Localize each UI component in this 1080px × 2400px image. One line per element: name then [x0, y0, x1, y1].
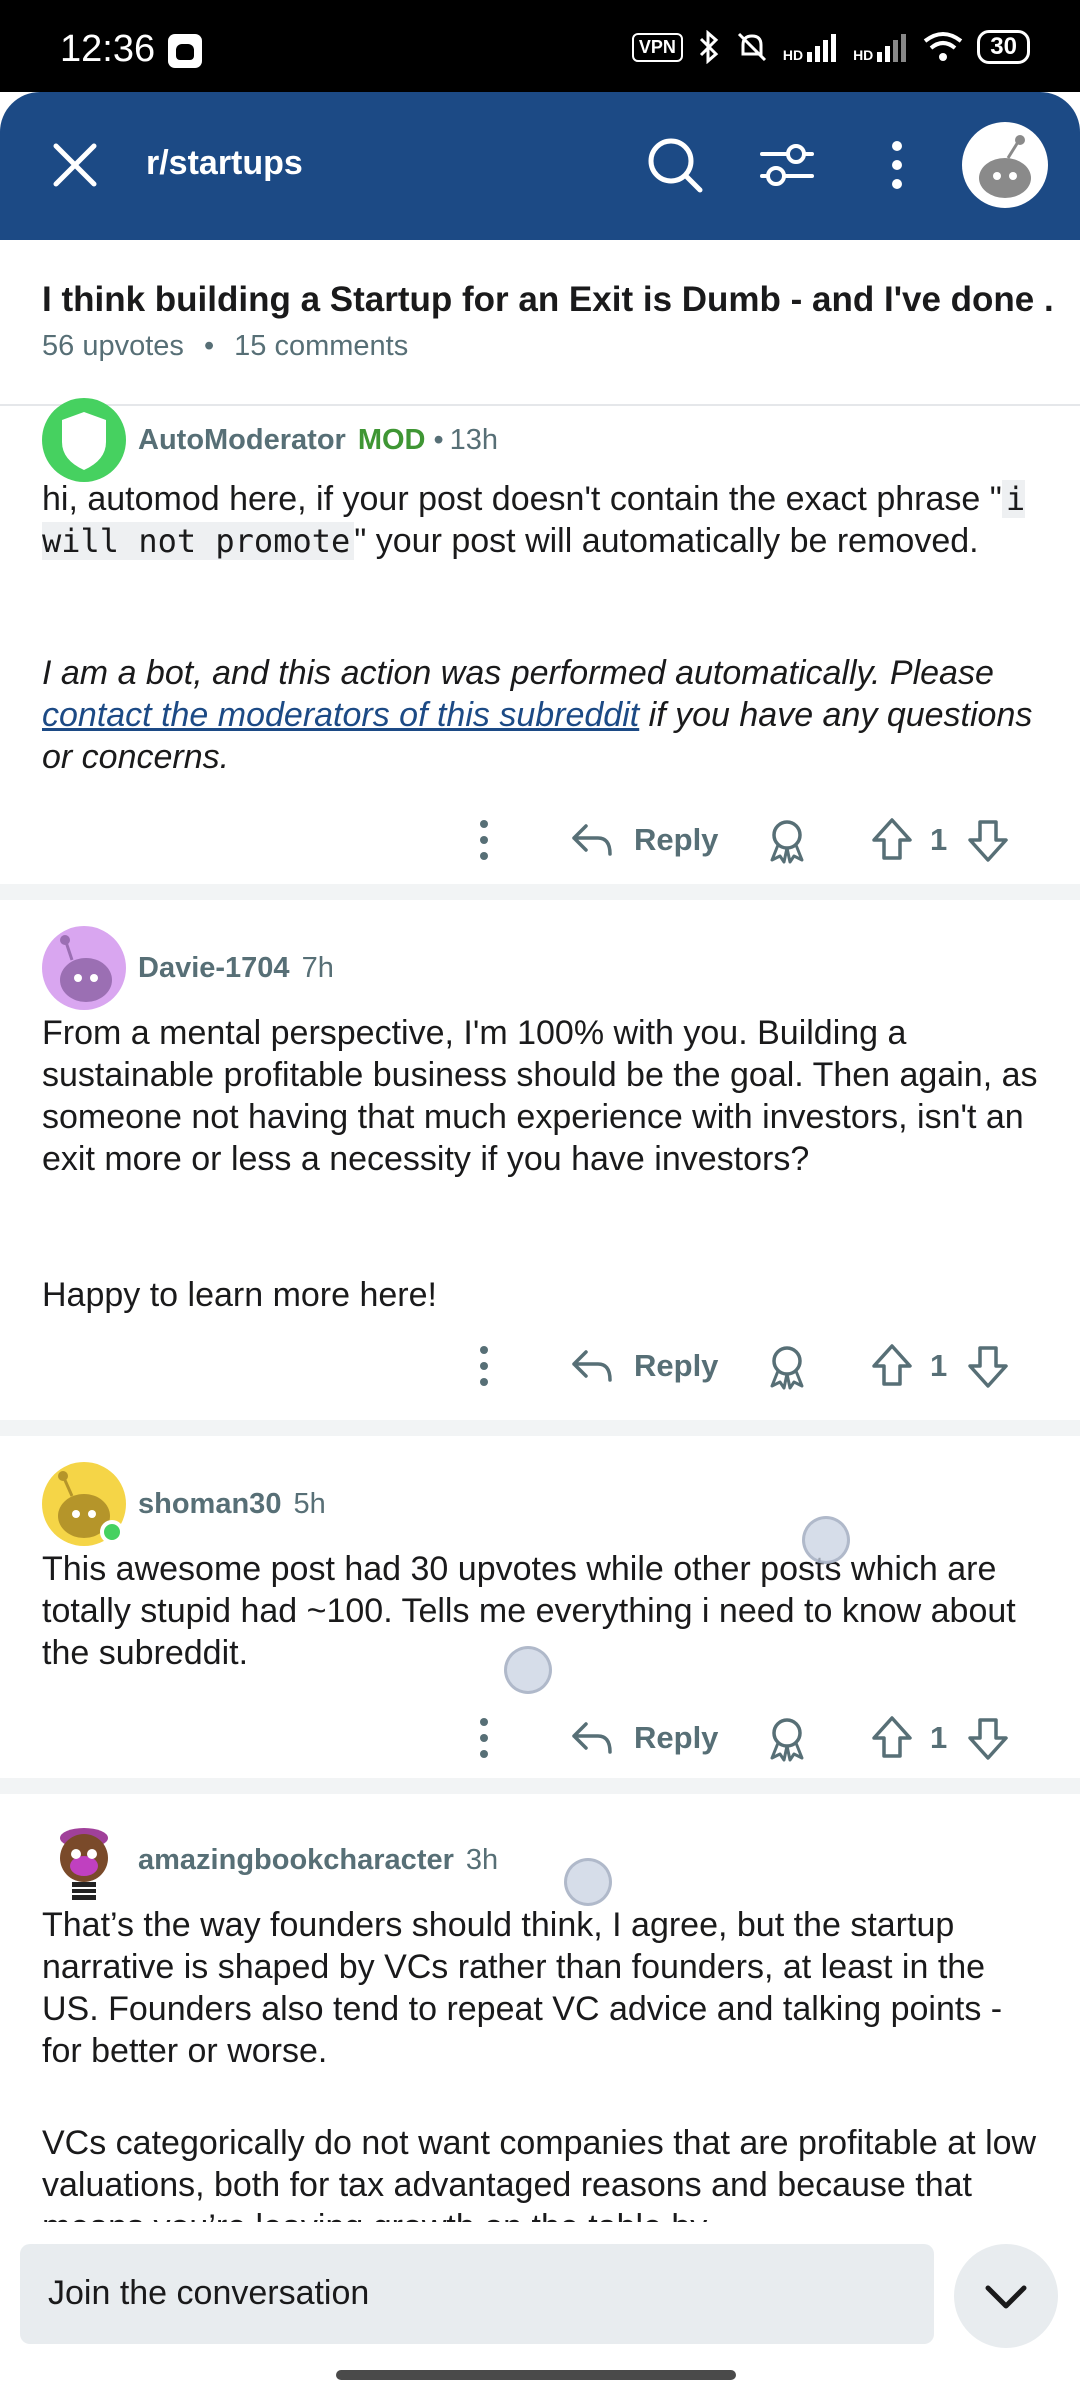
mute-bell-icon	[737, 32, 766, 62]
signal-bars-icon	[807, 34, 837, 62]
touch-indicator	[564, 1858, 612, 1906]
award-icon[interactable]	[766, 818, 808, 864]
touch-indicator	[802, 1516, 850, 1564]
app-notification-icon	[168, 34, 202, 68]
vote-score: 1	[930, 822, 948, 857]
award-icon[interactable]	[766, 1716, 808, 1762]
comment-author[interactable]: AutoModerator	[138, 424, 346, 457]
bluetooth-icon	[699, 30, 719, 64]
close-icon[interactable]	[42, 132, 108, 198]
battery-indicator: 30	[977, 30, 1030, 64]
comment-body: Happy to learn more here!	[42, 1276, 437, 1314]
meta-separator: •	[203, 330, 215, 362]
reply-button[interactable]: Reply	[634, 1348, 718, 1384]
app-header: r/startups	[0, 92, 1080, 240]
bot-disclaimer: I am a bot, and this action was performe…	[42, 652, 1042, 778]
award-icon[interactable]	[766, 1344, 808, 1390]
more-vertical-icon[interactable]	[862, 130, 932, 200]
vote-score: 1	[930, 1348, 948, 1383]
mod-badge: MOD	[357, 423, 426, 456]
comment-time: 13h	[449, 423, 499, 456]
signal-1: HD	[783, 32, 839, 62]
vpn-icon: VPN	[631, 32, 683, 62]
more-vertical-icon[interactable]	[476, 1716, 492, 1760]
signal-2: HD	[853, 32, 909, 62]
comment-body: That’s the way founders should think, I …	[42, 1906, 1003, 2070]
reply-icon[interactable]	[570, 820, 614, 860]
subreddit-name[interactable]: r/startups	[146, 144, 303, 183]
meta-separator: •	[433, 423, 444, 456]
avatar[interactable]	[42, 1462, 126, 1546]
avatar[interactable]	[42, 1818, 126, 1902]
upvote-icon[interactable]	[870, 816, 914, 864]
reply-icon[interactable]	[570, 1718, 614, 1758]
upvote-icon[interactable]	[870, 1342, 914, 1390]
comment-time: 7h	[301, 951, 334, 984]
post-meta: 56 upvotes • 15 comments	[42, 330, 408, 363]
comment-divider	[0, 1420, 1080, 1436]
comment-header: Davie-1704 7h	[42, 926, 334, 1010]
downvote-icon[interactable]	[966, 1342, 1010, 1390]
upvote-icon[interactable]	[870, 1714, 914, 1762]
comment: AutoModerator MOD • 13h hi, automod here…	[0, 398, 1080, 880]
home-indicator[interactable]	[336, 2370, 736, 2380]
search-icon[interactable]	[640, 130, 710, 200]
post-upvotes: 56 upvotes	[42, 330, 184, 362]
comment-author[interactable]: amazingbookcharacter	[138, 1844, 454, 1877]
vote-score: 1	[930, 1720, 948, 1755]
comment-actions: Reply 1	[460, 1708, 1020, 1768]
avatar[interactable]	[42, 926, 126, 1010]
downvote-icon[interactable]	[966, 816, 1010, 864]
comment-divider	[0, 884, 1080, 900]
more-vertical-icon[interactable]	[476, 1344, 492, 1388]
comment-header: amazingbookcharacter 3h	[42, 1818, 498, 1902]
join-conversation-input[interactable]: Join the conversation	[20, 2244, 934, 2344]
status-time: 12:36	[60, 28, 156, 70]
post-comment-count: 15 comments	[234, 330, 409, 362]
comment-actions: Reply 1	[460, 1336, 1020, 1396]
chevron-down-icon	[985, 2285, 1027, 2309]
user-avatar[interactable]	[962, 122, 1048, 208]
downvote-icon[interactable]	[966, 1714, 1010, 1762]
comment: Davie-1704 7h From a mental perspective,…	[0, 924, 1080, 1424]
comment-author[interactable]: shoman30	[138, 1488, 281, 1521]
comment-body: VCs categorically do not want companies …	[42, 2124, 1037, 2222]
wifi-icon	[924, 32, 963, 61]
avatar[interactable]	[42, 398, 126, 482]
status-bar: 12:36 VPN HD HD 30	[0, 0, 1080, 92]
touch-indicator	[504, 1646, 552, 1694]
comment-header: AutoModerator MOD • 13h	[42, 398, 498, 482]
reply-button[interactable]: Reply	[634, 822, 718, 858]
signal-1-label: HD	[782, 47, 804, 63]
reply-button[interactable]: Reply	[634, 1720, 718, 1756]
comment: amazingbookcharacter 3h That’s the way f…	[0, 1818, 1080, 2222]
comment-body: From a mental perspective, I'm 100% with…	[42, 1014, 1038, 1178]
join-conversation-placeholder: Join the conversation	[48, 2274, 370, 2312]
comment-author[interactable]: Davie-1704	[138, 952, 290, 985]
signal-bars-icon	[877, 34, 907, 62]
snoo-avatar-icon	[979, 135, 1031, 198]
comment-actions: Reply 1	[460, 810, 1020, 870]
online-status-dot	[100, 1520, 124, 1544]
reply-icon[interactable]	[570, 1346, 614, 1386]
shield-icon	[62, 412, 106, 470]
filter-icon[interactable]	[752, 130, 822, 200]
disclaimer-text: I am a bot, and this action was performe…	[42, 654, 994, 692]
comment-text: " your post will automatically be remove…	[354, 522, 979, 560]
post-header: I think building a Startup for an Exit i…	[0, 240, 1080, 406]
post-title[interactable]: I think building a Startup for an Exit i…	[42, 280, 1052, 320]
character-avatar-icon	[60, 1828, 108, 1900]
comment: shoman30 5h This awesome post had 30 upv…	[0, 1460, 1080, 1790]
comment-divider	[0, 1778, 1080, 1794]
comment-text: hi, automod here, if your post doesn't c…	[42, 480, 1002, 518]
comment-header: shoman30 5h	[42, 1462, 326, 1546]
signal-2-label: HD	[853, 47, 874, 63]
next-comment-button[interactable]	[954, 2244, 1058, 2348]
comment-time: 5h	[293, 1487, 326, 1520]
comment-time: 3h	[465, 1843, 499, 1876]
snoo-avatar-icon	[60, 935, 112, 1002]
contact-moderators-link[interactable]: contact the moderators of this subreddit	[42, 696, 639, 734]
more-vertical-icon[interactable]	[476, 818, 492, 862]
comment-body: hi, automod here, if your post doesn't c…	[42, 478, 1042, 562]
